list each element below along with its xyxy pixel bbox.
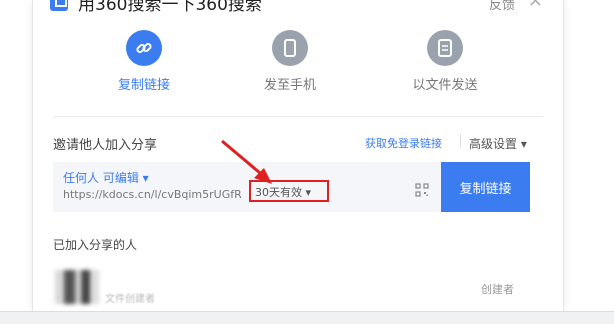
share-url[interactable]: https://kdocs.cn/l/cvBqim5rUGfR	[63, 188, 246, 201]
get-login-free-link[interactable]: 获取免登录链接	[365, 135, 442, 151]
member-name: 文件创建者	[105, 294, 155, 305]
share-option-copy-link[interactable]: 复制链接	[69, 30, 219, 93]
app-logo-icon	[50, 0, 68, 11]
expiry-dropdown[interactable]: 30天有效 ▾	[249, 180, 329, 202]
invite-section-title: 邀请他人加入分享	[53, 138, 158, 153]
close-icon[interactable]: ×	[528, 0, 543, 11]
share-option-label: 以文件发送	[412, 78, 478, 93]
link-icon	[126, 30, 162, 66]
phone-icon	[272, 30, 308, 66]
share-link-box: 任何人 可编辑 ▾ https://kdocs.cn/l/cvBqim5rUGf…	[53, 162, 441, 212]
share-option-label: 发至手机	[263, 78, 316, 93]
share-option-label: 复制链接	[117, 78, 170, 93]
divider	[53, 116, 543, 117]
dialog-title: 用360搜索一下360搜索	[78, 0, 262, 15]
permission-dropdown[interactable]: 任何人 可编辑 ▾	[63, 169, 149, 186]
avatar	[55, 270, 99, 304]
bottom-bar	[0, 311, 614, 324]
joined-members-title: 已加入分享的人	[53, 238, 138, 252]
share-dialog: 用360搜索一下360搜索 反馈 × 复制链接 发至手机 以文件发送 邀请他人加…	[32, 0, 564, 311]
advanced-settings-dropdown[interactable]: 高级设置 ▾	[469, 135, 527, 152]
feedback-link[interactable]: 反馈	[489, 0, 515, 13]
qr-code-icon[interactable]	[415, 182, 429, 197]
file-icon	[427, 30, 463, 66]
share-option-send-phone[interactable]: 发至手机	[215, 30, 365, 93]
dialog-header: 用360搜索一下360搜索 反馈 ×	[33, 0, 563, 16]
share-option-send-file[interactable]: 以文件发送	[370, 30, 520, 93]
separator	[460, 134, 461, 148]
copy-link-button[interactable]: 复制链接	[441, 162, 530, 212]
member-role: 创建者	[481, 283, 514, 296]
